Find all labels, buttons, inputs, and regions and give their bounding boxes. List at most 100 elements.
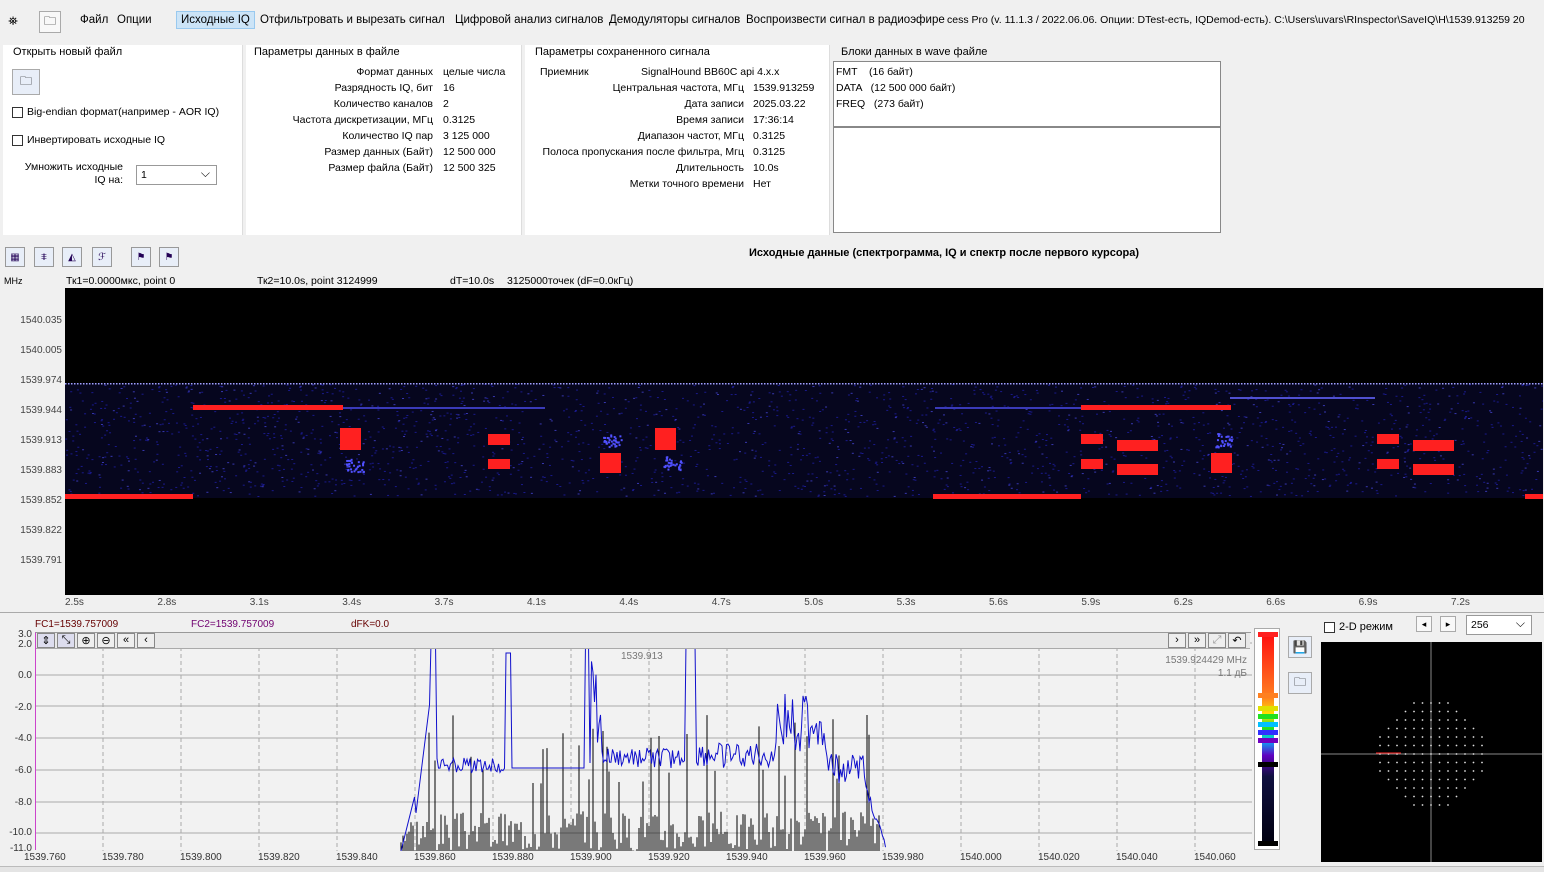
zoom-out-icon[interactable]: ⊖ [97, 633, 115, 648]
spectrogram-mark [120, 487, 123, 489]
last-icon[interactable]: » [1188, 633, 1206, 648]
tab-filter-cut[interactable]: Отфильтровать и вырезать сигнал [260, 14, 445, 26]
spectrogram-mark [635, 397, 638, 399]
spectrogram-mark [837, 446, 840, 448]
spectrogram-mark [353, 470, 356, 473]
next-icon[interactable]: › [1168, 633, 1186, 648]
spectrogram-mark [791, 383, 793, 385]
spectrogram-mark [1464, 417, 1467, 419]
spectrogram-mark [1505, 403, 1508, 405]
tab-digital-analysis[interactable]: Цифровой анализ сигналов [455, 14, 603, 26]
zoom-fit-icon[interactable]: ⤡ [57, 633, 75, 648]
undo-icon[interactable]: ↶ [1228, 633, 1246, 648]
spectrogram-mark [281, 476, 284, 478]
mode-2d-checkbox[interactable]: 2-D режим [1324, 621, 1393, 633]
spectrogram-mark [965, 383, 967, 385]
spectrogram-mark [1229, 445, 1232, 448]
spectrogram-mark [1343, 420, 1346, 422]
multiply-select[interactable]: 1 [136, 165, 217, 185]
spectrogram-mark [682, 397, 685, 399]
marker-left-icon[interactable]: ⚑ [131, 247, 151, 267]
spectrogram-mark [1463, 473, 1466, 475]
spectrogram-mark [546, 456, 549, 458]
spectrogram-mark [1429, 483, 1432, 485]
spectrogram-mark [314, 387, 317, 389]
spectrogram-mark [1531, 488, 1534, 490]
prev-icon[interactable]: ‹ [137, 633, 155, 648]
spectrogram-mark [365, 383, 367, 385]
peak-icon[interactable]: ◭ [62, 247, 82, 267]
spectrogram-mark [988, 490, 991, 492]
spectrogram-mark [790, 426, 793, 428]
spectrogram-mark [1224, 476, 1227, 478]
tab-demodulators[interactable]: Демодуляторы сигналов [609, 14, 740, 26]
spectrogram-mark [163, 419, 166, 421]
spectrogram-mark [1103, 383, 1105, 385]
spectrogram-mark [677, 383, 679, 385]
spectrogram-mark [107, 383, 109, 385]
constellation-display[interactable] [1321, 642, 1542, 862]
spectrogram-mark [979, 389, 982, 391]
spectrum-plot[interactable]: 1539.913 1539.924429 MHz 1.1 дБ [35, 632, 1252, 852]
spectrogram-mark [668, 465, 671, 468]
wave-blocks-list[interactable]: FMT (16 байт) DATA (12 500 000 байт) FRE… [833, 61, 1221, 127]
reset-icon[interactable]: ⤢ [1208, 633, 1226, 648]
next-frame-icon[interactable]: ▸ [1440, 616, 1456, 632]
spectrogram-mark [243, 433, 246, 435]
wave-block-item[interactable]: FMT (16 байт) [836, 64, 1218, 80]
wave-block-item[interactable]: DATA (12 500 000 байт) [836, 80, 1218, 96]
wave-block-item[interactable]: FREQ (273 байт) [836, 96, 1218, 112]
spectrogram-canvas[interactable] [65, 288, 1544, 595]
constellation-point [1430, 736, 1432, 738]
constellation-point [1387, 736, 1390, 738]
open-folder-icon[interactable]: 🗀 [39, 11, 61, 33]
max-icon[interactable]: ▦ [5, 247, 25, 267]
spectrogram-mark [1122, 455, 1125, 457]
spectrogram-mark [434, 400, 437, 402]
menu-options[interactable]: Опции [117, 14, 152, 26]
checkbox-box[interactable] [12, 134, 23, 146]
spectrogram-mark [1154, 383, 1156, 385]
checkbox-box[interactable] [12, 106, 23, 118]
marker-right-icon[interactable]: ⚑ [159, 247, 179, 267]
prev-frame-icon[interactable]: ◂ [1416, 616, 1432, 632]
spectrogram-mark [674, 418, 677, 420]
spectrogram-mark [818, 385, 821, 387]
spectrogram-mark [1540, 448, 1543, 450]
spectrogram-mark [1015, 395, 1018, 397]
open-icon[interactable]: 🗀 [1288, 672, 1312, 694]
spectrogram-mark [425, 478, 428, 480]
spectrogram-mark [651, 481, 654, 483]
spectrogram-mark [302, 383, 304, 385]
spectrogram-mark [89, 473, 92, 475]
tab-replay[interactable]: Воспроизвести сигнал в радиоэфире [746, 14, 945, 26]
spectrogram-mark [165, 391, 168, 393]
spectrogram-mark [216, 446, 219, 448]
spectrum-scrollbar[interactable] [36, 633, 1250, 649]
checkbox-box[interactable] [1324, 621, 1335, 633]
spectrogram-mark [415, 421, 418, 423]
color-scale[interactable] [1254, 628, 1280, 850]
fc-icon[interactable]: ℱ [92, 247, 112, 267]
points-select[interactable]: 256 [1466, 615, 1532, 635]
spectrum-icon[interactable]: ⩨ [34, 247, 54, 267]
spectrogram-mark [1286, 383, 1288, 385]
spectrogram-mark [635, 460, 638, 462]
zoom-in-icon[interactable]: ⊕ [77, 633, 95, 648]
menu-file[interactable]: Файл [80, 14, 108, 26]
spectrogram-mark [356, 465, 359, 468]
spectrogram-mark [801, 419, 804, 421]
invert-checkbox[interactable]: Инвертировать исходные IQ [12, 134, 165, 146]
first-icon[interactable]: « [117, 633, 135, 648]
tab-source-iq[interactable]: Исходные IQ [176, 11, 255, 29]
spectrogram-mark [489, 489, 492, 491]
zoom-vert-icon[interactable]: ⇕ [37, 633, 55, 648]
spectrogram-mark [942, 414, 945, 416]
spectrogram-mark [1025, 409, 1028, 411]
open-file-button[interactable]: 🗀 [12, 69, 40, 95]
big-endian-checkbox[interactable]: Big-endian формат(например - AOR IQ) [12, 106, 219, 118]
spectrogram-mark [693, 424, 696, 426]
spectrogram-mark [570, 434, 573, 436]
spectrogram-mark [434, 383, 436, 385]
save-icon[interactable]: 💾 [1288, 636, 1312, 658]
